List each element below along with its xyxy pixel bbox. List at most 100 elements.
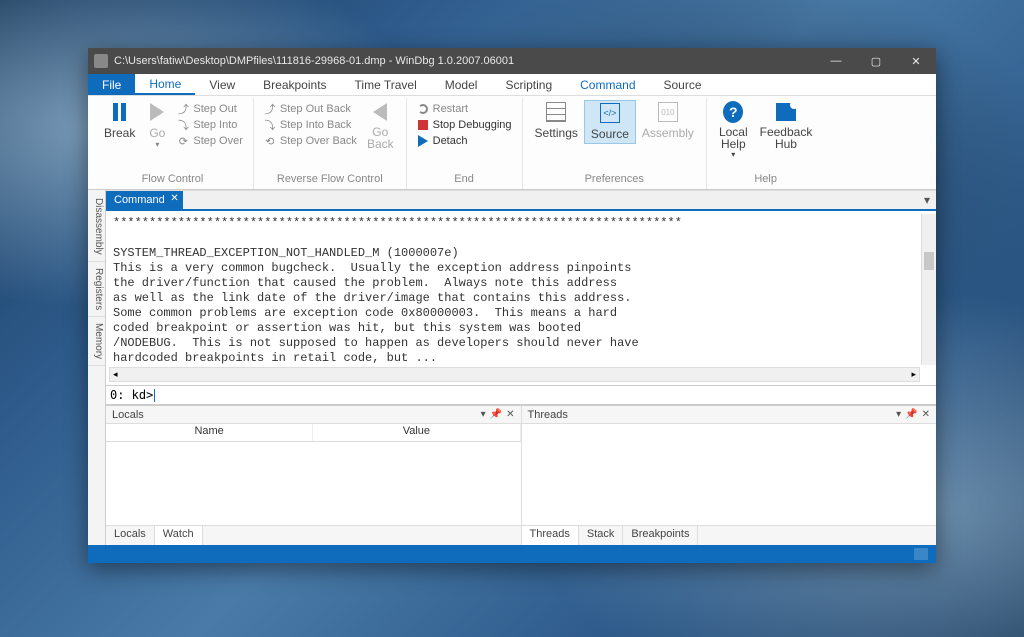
group-reverse-flow: ⤴Step Out Back ⤵Step Into Back ⟲Step Ove… [254, 98, 407, 189]
step-over-back-button[interactable]: ⟲Step Over Back [260, 134, 361, 148]
app-icon [94, 54, 108, 68]
locals-body: Name Value [106, 424, 521, 525]
go-back-label: Go Back [367, 126, 394, 150]
feedback-hub-button[interactable]: Feedback Hub [754, 100, 819, 152]
threads-tabs: Threads Stack Breakpoints [522, 525, 937, 545]
group-flow-label: Flow Control [142, 171, 204, 187]
minimize-button[interactable]: — [816, 48, 856, 74]
tab-model[interactable]: Model [431, 74, 492, 95]
break-label: Break [104, 126, 135, 140]
tab-command[interactable]: Command [566, 74, 649, 95]
scrollbar-thumb[interactable] [924, 252, 934, 270]
close-tab-icon[interactable]: ✕ [170, 193, 178, 204]
group-preferences: Settings </> Source 010 Assembly Prefere… [523, 98, 707, 189]
tab-view[interactable]: View [195, 74, 249, 95]
settings-button[interactable]: Settings [529, 100, 584, 142]
content-area: Disassembly Registers Memory Command ✕ ▾… [88, 190, 936, 545]
command-prompt: 0: kd> [110, 388, 153, 402]
bottom-panels: Locals ▾ 📌 ✕ Name Value Locals [106, 405, 936, 545]
close-panel-icon[interactable]: ✕ [922, 409, 930, 420]
stop-icon [418, 120, 428, 130]
local-help-button[interactable]: ? Local Help ▾ [713, 100, 754, 161]
tab-scripting[interactable]: Scripting [491, 74, 566, 95]
command-input[interactable]: 0: kd> [106, 385, 936, 405]
step-over-icon: ⟳ [177, 135, 189, 147]
horizontal-scrollbar[interactable]: ◂▸ [109, 367, 920, 382]
group-help-label: Help [754, 171, 777, 187]
statusbar [88, 545, 936, 563]
pin-icon[interactable]: 📌 [490, 409, 502, 420]
pause-icon [113, 103, 126, 121]
main-area: Command ✕ ▾ ****************************… [106, 190, 936, 545]
tab-source[interactable]: Source [650, 74, 716, 95]
side-tab-memory[interactable]: Memory [88, 317, 105, 366]
tab-stack[interactable]: Stack [579, 526, 624, 545]
group-prefs-label: Preferences [585, 171, 644, 187]
group-help: ? Local Help ▾ Feedback Hub Help [707, 98, 824, 189]
restart-icon [418, 104, 428, 114]
col-name[interactable]: Name [106, 424, 313, 441]
step-into-icon: ⤵ [177, 119, 189, 131]
tab-home[interactable]: Home [135, 74, 195, 95]
tab-watch[interactable]: Watch [155, 526, 203, 545]
play-icon [150, 103, 164, 121]
col-value[interactable]: Value [313, 424, 520, 441]
go-back-button[interactable]: Go Back [361, 100, 400, 152]
close-button[interactable]: ✕ [896, 48, 936, 74]
locals-header[interactable]: Locals ▾ 📌 ✕ [106, 406, 521, 424]
command-text[interactable]: ****************************************… [109, 214, 920, 365]
step-into-back-button[interactable]: ⤵Step Into Back [260, 118, 361, 132]
doc-tab-command[interactable]: Command ✕ [106, 191, 183, 209]
break-button[interactable]: Break [98, 100, 141, 142]
threads-header[interactable]: Threads ▾ 📌 ✕ [522, 406, 937, 424]
ribbon-body: Break Go ▾ ⤴Step Out ⤵Step Into ⟳Step Ov… [88, 96, 936, 190]
ribbon-tabs: File Home View Breakpoints Time Travel M… [88, 74, 936, 96]
assembly-icon: 010 [658, 102, 678, 122]
group-reverse-flow-label: Reverse Flow Control [277, 171, 383, 187]
side-tabs: Disassembly Registers Memory [88, 190, 106, 545]
step-into-back-icon: ⤵ [264, 119, 276, 131]
tab-threads[interactable]: Threads [522, 526, 579, 545]
tab-locals[interactable]: Locals [106, 526, 155, 545]
source-icon: </> [600, 103, 620, 123]
restart-button[interactable]: Restart [413, 102, 516, 116]
status-icon[interactable] [914, 548, 928, 560]
threads-panel: Threads ▾ 📌 ✕ Threads Stack Breakpoints [522, 406, 937, 545]
close-panel-icon[interactable]: ✕ [506, 409, 514, 420]
tab-file[interactable]: File [88, 74, 135, 95]
tab-breakpoints-bottom[interactable]: Breakpoints [623, 526, 698, 545]
stop-debugging-button[interactable]: Stop Debugging [413, 118, 516, 132]
panel-dropdown-icon[interactable]: ▾ [896, 409, 901, 420]
locals-tabs: Locals Watch [106, 525, 521, 545]
side-tab-disassembly[interactable]: Disassembly [88, 192, 105, 262]
titlebar[interactable]: C:\Users\fatiw\Desktop\DMPfiles\111816-2… [88, 48, 936, 74]
doc-tabs-dropdown[interactable]: ▾ [924, 191, 936, 209]
step-out-back-icon: ⤴ [264, 103, 276, 115]
vertical-scrollbar[interactable] [921, 214, 936, 365]
assembly-pref-button[interactable]: 010 Assembly [636, 100, 700, 142]
help-icon: ? [723, 101, 743, 123]
tab-time-travel[interactable]: Time Travel [341, 74, 431, 95]
threads-body [522, 424, 937, 525]
titlebar-text: C:\Users\fatiw\Desktop\DMPfiles\111816-2… [114, 55, 816, 67]
panel-dropdown-icon[interactable]: ▾ [481, 409, 486, 420]
tab-breakpoints[interactable]: Breakpoints [249, 74, 340, 95]
detach-button[interactable]: Detach [413, 134, 516, 148]
side-tab-registers[interactable]: Registers [88, 262, 105, 317]
group-end-label: End [454, 171, 474, 187]
locals-panel: Locals ▾ 📌 ✕ Name Value Locals [106, 406, 522, 545]
step-out-back-button[interactable]: ⤴Step Out Back [260, 102, 361, 116]
source-pref-button[interactable]: </> Source [584, 100, 636, 144]
document-tabs: Command ✕ ▾ [106, 190, 936, 209]
pin-icon[interactable]: 📌 [905, 409, 917, 420]
go-label: Go [149, 126, 165, 140]
settings-icon [546, 102, 566, 122]
step-over-button[interactable]: ⟳Step Over [173, 134, 247, 148]
detach-icon [418, 135, 428, 147]
maximize-button[interactable]: ▢ [856, 48, 896, 74]
step-into-button[interactable]: ⤵Step Into [173, 118, 247, 132]
step-out-button[interactable]: ⤴Step Out [173, 102, 247, 116]
group-flow-control: Break Go ▾ ⤴Step Out ⤵Step Into ⟳Step Ov… [92, 98, 254, 189]
windbg-window: C:\Users\fatiw\Desktop\DMPfiles\111816-2… [88, 48, 936, 563]
go-button[interactable]: Go ▾ [141, 100, 173, 151]
